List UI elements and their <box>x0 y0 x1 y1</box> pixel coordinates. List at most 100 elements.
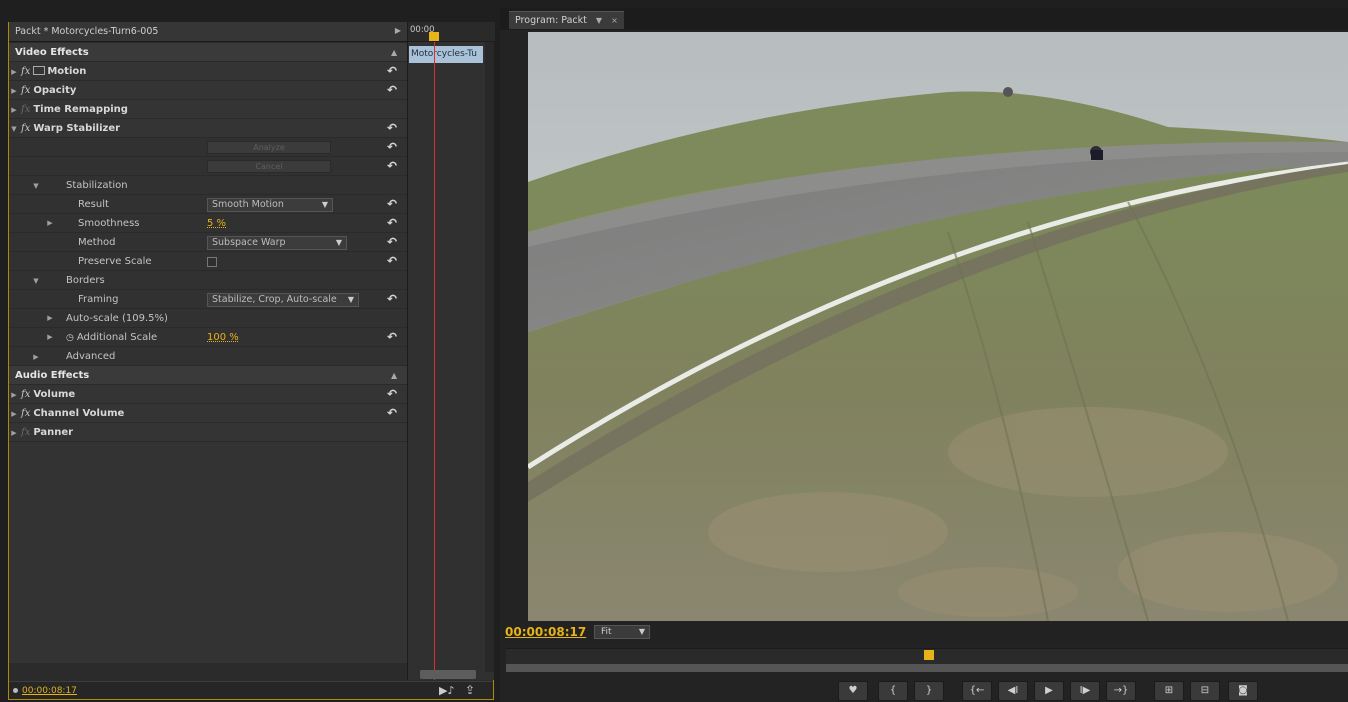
export-frame-button[interactable]: ◙ <box>1228 681 1258 701</box>
go-to-out-button[interactable]: →} <box>1106 681 1136 701</box>
step-forward-button[interactable]: I▶ <box>1070 681 1100 701</box>
effect-time-remapping[interactable]: ▶ fx Time Remapping <box>9 100 407 119</box>
export-icon[interactable]: ⇪ <box>465 683 475 697</box>
mini-time-ruler[interactable]: 00:00 <box>408 22 495 42</box>
reset-icon[interactable]: ↶ <box>385 214 399 233</box>
fx-toggle-icon[interactable]: fx <box>21 389 30 400</box>
reset-icon[interactable]: ↶ <box>385 385 399 404</box>
program-monitor-panel: Program: Packt ▼ × 00:00:08:17 Fit ▼ ♥ {… <box>500 8 1348 702</box>
fx-toggle-icon[interactable]: fx <box>21 408 30 419</box>
expand-triangle-icon[interactable]: ▶ <box>31 348 41 367</box>
expand-triangle-icon[interactable]: ▶ <box>9 63 19 82</box>
analyze-button[interactable]: Analyze <box>207 141 331 154</box>
expand-triangle-icon[interactable]: ▶ <box>9 386 19 405</box>
result-dropdown[interactable]: Smooth Motion ▼ <box>207 198 333 212</box>
panner-label: Panner <box>33 427 74 438</box>
program-playhead-handle[interactable] <box>924 650 934 660</box>
reset-icon[interactable]: ↶ <box>385 290 399 309</box>
tab-menu-icon[interactable]: ▼ <box>596 16 602 25</box>
collapse-arrow-icon[interactable]: ▲ <box>391 366 397 385</box>
advanced-group[interactable]: ▶ Advanced <box>9 347 407 366</box>
reset-icon[interactable]: ↶ <box>385 328 399 347</box>
fx-toggle-icon[interactable]: fx <box>21 66 30 77</box>
vertical-scrollbar[interactable] <box>485 42 494 672</box>
method-dropdown[interactable]: Subspace Warp ▼ <box>207 236 347 250</box>
expand-triangle-icon[interactable]: ▶ <box>45 328 55 347</box>
warp-stabilizer-label: Warp Stabilizer <box>33 123 121 134</box>
playhead-handle[interactable] <box>429 32 439 41</box>
effect-properties-list: Video Effects ▲ ▶ fx Motion ↶ ▶ fx Opacity ↶… <box>9 43 407 663</box>
effect-controls-timeline[interactable]: 00:00 Motorcycles-Tu <box>407 22 495 680</box>
expand-triangle-icon[interactable]: ▶ <box>9 101 19 120</box>
audio-effects-header[interactable]: Audio Effects ▲ <box>9 366 407 385</box>
channel-volume-label: Channel Volume <box>33 408 125 419</box>
go-to-in-button[interactable]: {← <box>962 681 992 701</box>
cancel-button[interactable]: Cancel <box>207 160 331 173</box>
video-effects-header[interactable]: Video Effects ▲ <box>9 43 407 62</box>
reset-icon[interactable]: ↶ <box>385 252 399 271</box>
reset-icon[interactable]: ↶ <box>385 138 399 157</box>
additional-scale-value[interactable]: 100 % <box>207 328 239 347</box>
footer-timecode[interactable]: 00:00:08:17 <box>22 686 77 696</box>
stabilization-group[interactable]: ▼ Stabilization <box>9 176 407 195</box>
expand-triangle-icon[interactable]: ▶ <box>45 309 55 328</box>
expand-arrow-icon[interactable]: ▶ <box>395 26 401 35</box>
autoscale-row[interactable]: ▶ Auto-scale (109.5%) <box>9 309 407 328</box>
expand-triangle-icon[interactable]: ▶ <box>9 82 19 101</box>
playhead-timecode[interactable]: 00:00:08:17 <box>505 625 586 639</box>
expand-triangle-icon[interactable]: ▶ <box>45 214 55 233</box>
dropdown-caret-icon: ▼ <box>321 200 328 209</box>
stopwatch-icon[interactable]: ◷ <box>66 329 74 348</box>
fx-toggle-icon[interactable]: fx <box>21 123 30 134</box>
smoothness-label: Smoothness <box>78 218 140 229</box>
effect-controls-header: Packt * Motorcycles-Turn6-005 ▶ <box>9 22 407 42</box>
clip-bar[interactable]: Motorcycles-Tu <box>409 46 483 63</box>
effect-motion[interactable]: ▶ fx Motion ↶ <box>9 62 407 81</box>
zoom-fit-dropdown[interactable]: Fit ▼ <box>594 625 650 639</box>
add-marker-button[interactable]: ♥ <box>838 681 868 701</box>
effect-volume[interactable]: ▶ fx Volume ↶ <box>9 385 407 404</box>
zoom-scrollbar[interactable] <box>420 670 476 679</box>
dot-icon <box>13 688 18 693</box>
close-icon[interactable]: × <box>611 16 618 25</box>
program-zoom-bar[interactable] <box>506 664 1348 672</box>
preserve-scale-checkbox[interactable] <box>207 257 217 267</box>
video-effects-label: Video Effects <box>15 47 89 58</box>
effect-warp-stabilizer[interactable]: ▼ fx Warp Stabilizer ↶ <box>9 119 407 138</box>
collapse-triangle-icon[interactable]: ▼ <box>31 272 41 291</box>
motion-transform-icon[interactable] <box>33 65 46 75</box>
expand-triangle-icon[interactable]: ▶ <box>9 405 19 424</box>
opacity-label: Opacity <box>33 85 77 96</box>
reset-icon[interactable]: ↶ <box>385 195 399 214</box>
collapse-triangle-icon[interactable]: ▼ <box>9 120 19 139</box>
reset-icon[interactable]: ↶ <box>385 81 399 100</box>
effect-channel-volume[interactable]: ▶ fx Channel Volume ↶ <box>9 404 407 423</box>
mark-in-button[interactable]: { <box>878 681 908 701</box>
framing-dropdown[interactable]: Stabilize, Crop, Auto-scale ▼ <box>207 293 359 307</box>
collapse-arrow-icon[interactable]: ▲ <box>391 43 397 62</box>
reset-icon[interactable]: ↶ <box>385 119 399 138</box>
extract-button[interactable]: ⊟ <box>1190 681 1220 701</box>
playhead-line <box>434 42 435 680</box>
result-label: Result <box>78 199 109 210</box>
step-back-button[interactable]: ◀I <box>998 681 1028 701</box>
reset-icon[interactable]: ↶ <box>385 404 399 423</box>
collapse-triangle-icon[interactable]: ▼ <box>31 177 41 196</box>
additional-scale-label: Additional Scale <box>76 332 158 343</box>
effect-panner[interactable]: ▶ fx Panner <box>9 423 407 442</box>
reset-icon[interactable]: ↶ <box>385 62 399 81</box>
effect-opacity[interactable]: ▶ fx Opacity ↶ <box>9 81 407 100</box>
reset-icon[interactable]: ↶ <box>385 233 399 252</box>
smoothness-value[interactable]: 5 % <box>207 214 226 233</box>
expand-triangle-icon[interactable]: ▶ <box>9 424 19 443</box>
fx-toggle-icon[interactable]: fx <box>21 85 30 96</box>
play-audio-icon[interactable]: ▶♪ <box>439 684 454 697</box>
cancel-row: Cancel ↶ <box>9 157 407 176</box>
play-button[interactable]: ▶ <box>1034 681 1064 701</box>
mark-out-button[interactable]: } <box>914 681 944 701</box>
borders-group[interactable]: ▼ Borders <box>9 271 407 290</box>
tab-program[interactable]: Program: Packt ▼ × <box>509 11 624 29</box>
lift-button[interactable]: ⊞ <box>1154 681 1184 701</box>
program-video-frame[interactable] <box>528 32 1348 621</box>
reset-icon[interactable]: ↶ <box>385 157 399 176</box>
